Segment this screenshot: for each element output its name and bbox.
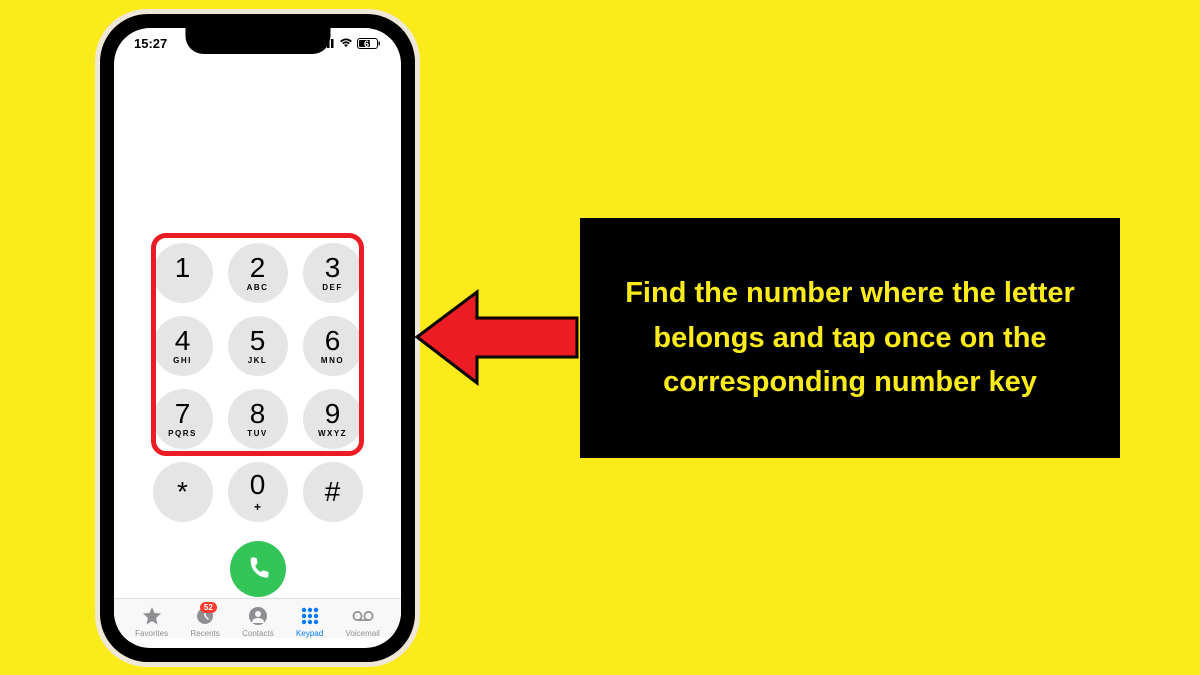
tab-recents[interactable]: 52 Recents [190, 605, 219, 638]
pointer-arrow [415, 285, 580, 395]
star-icon [141, 605, 163, 627]
key-8[interactable]: 8TUV [228, 389, 288, 449]
tab-bar: Favorites 52 Recents Contacts Keypad Voi… [114, 598, 401, 638]
voicemail-icon [352, 605, 374, 627]
wifi-icon [339, 36, 353, 51]
key-star[interactable]: * [153, 462, 213, 522]
keypad: 1 2ABC 3DEF 4GHI 5JKL 6MNO 7PQRS 8TUV 9W… [114, 243, 401, 597]
key-0[interactable]: 0+ [228, 462, 288, 522]
key-2[interactable]: 2ABC [228, 243, 288, 303]
tab-keypad[interactable]: Keypad [296, 605, 323, 638]
tab-contacts[interactable]: Contacts [242, 605, 274, 638]
key-1[interactable]: 1 [153, 243, 213, 303]
instruction-text: Find the number where the letter belongs… [610, 271, 1090, 406]
key-4[interactable]: 4GHI [153, 316, 213, 376]
key-hash[interactable]: # [303, 462, 363, 522]
key-5[interactable]: 5JKL [228, 316, 288, 376]
call-button[interactable] [230, 541, 286, 597]
key-7[interactable]: 7PQRS [153, 389, 213, 449]
key-6[interactable]: 6MNO [303, 316, 363, 376]
recents-badge: 52 [200, 602, 217, 613]
battery-icon: 61 [357, 38, 381, 49]
key-9[interactable]: 9WXYZ [303, 389, 363, 449]
tab-voicemail[interactable]: Voicemail [346, 605, 380, 638]
phone-frame: 15:27 61 1 2ABC 3DEF [100, 14, 415, 662]
notch [185, 28, 330, 54]
person-icon [247, 605, 269, 627]
instruction-callout: Find the number where the letter belongs… [580, 218, 1120, 458]
phone-screen: 15:27 61 1 2ABC 3DEF [114, 28, 401, 648]
key-3[interactable]: 3DEF [303, 243, 363, 303]
phone-icon [246, 555, 270, 584]
keypad-icon [299, 605, 321, 627]
status-time: 15:27 [134, 36, 167, 51]
tab-favorites[interactable]: Favorites [135, 605, 168, 638]
